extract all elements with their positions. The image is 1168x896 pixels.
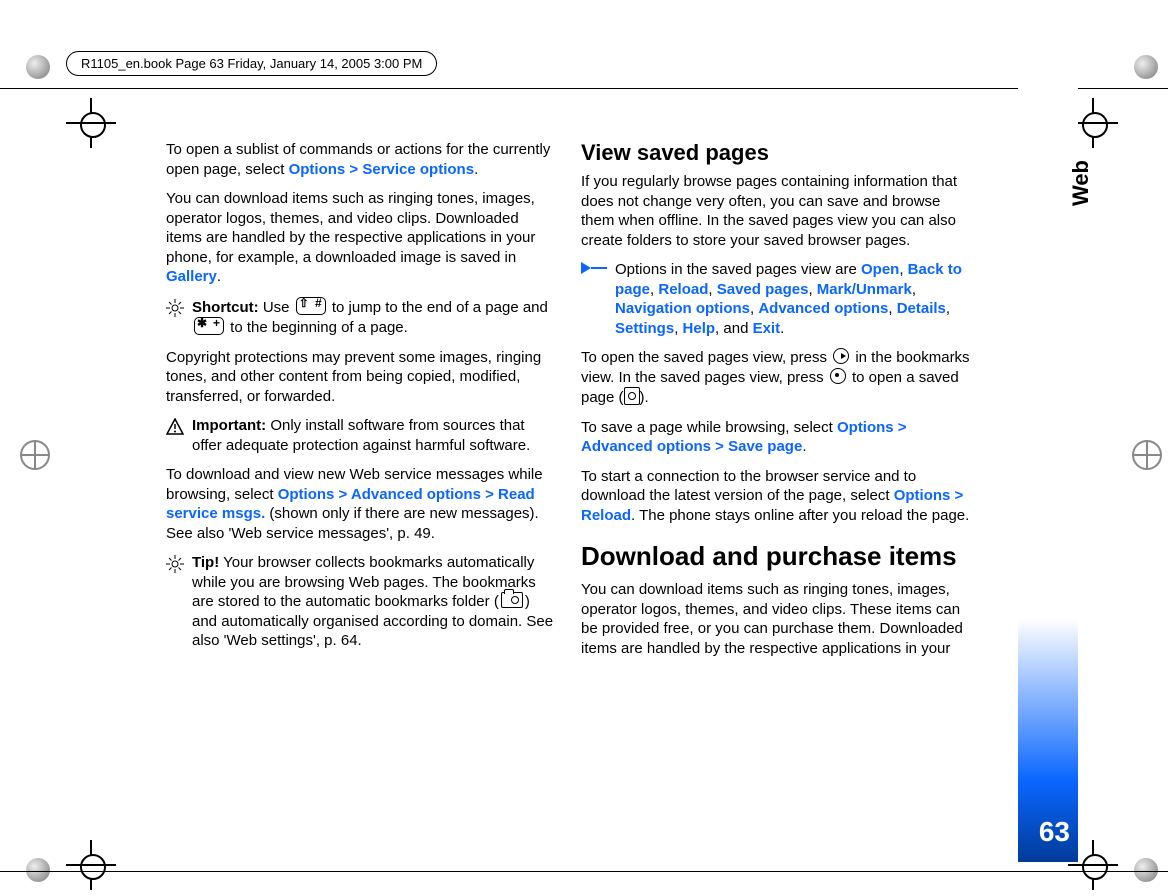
important-text: Important: Only install software from so…: [192, 416, 555, 455]
important-note: Important: Only install software from so…: [166, 416, 555, 455]
registration-circle: [20, 440, 50, 470]
left-column: To open a sublist of commands or actions…: [166, 140, 555, 668]
option-link: Reload: [658, 281, 708, 298]
registration-circle: [1132, 440, 1162, 470]
section-label: Web: [1068, 160, 1094, 206]
paragraph: To start a connection to the browser ser…: [581, 467, 970, 526]
options-icon: [581, 262, 607, 280]
registration-mark: [26, 858, 50, 882]
option-link: Saved pages: [717, 281, 809, 298]
registration-mark: [1134, 858, 1158, 882]
option-link: Settings: [615, 320, 674, 337]
tip-note: Tip! Your browser collects bookmarks aut…: [166, 553, 555, 651]
shortcut-text: Shortcut: Use to jump to the end of a pa…: [192, 297, 555, 338]
registration-mark: [1134, 55, 1158, 79]
option-link: Advanced options: [758, 300, 888, 317]
options-text: Options in the saved pages view are Open…: [615, 260, 970, 338]
options-note: Options in the saved pages view are Open…: [581, 260, 970, 338]
page-number: 63: [1039, 816, 1070, 848]
paragraph: If you regularly browse pages containing…: [581, 172, 970, 250]
crop-mark: [66, 98, 116, 148]
option-link: Details: [897, 300, 946, 317]
menu-path-link: Options > Service options: [289, 161, 474, 178]
shortcut-icon: [166, 299, 184, 317]
header-rule: [0, 88, 1168, 89]
heading-view-saved-pages: View saved pages: [581, 140, 970, 166]
crop-mark: [66, 840, 116, 890]
page-content: To open a sublist of commands or actions…: [166, 140, 970, 668]
option-link: Mark/Unmark: [817, 281, 912, 298]
option-link: Exit: [753, 320, 781, 337]
right-column: View saved pages If you regularly browse…: [581, 140, 970, 668]
paragraph: You can download items such as ringing t…: [581, 580, 970, 658]
document-page: R1105_en.book Page 63 Friday, January 14…: [0, 0, 1168, 896]
running-head-text: R1105_en.book Page 63 Friday, January 14…: [81, 56, 422, 71]
option-link: Open: [861, 261, 899, 278]
running-head: R1105_en.book Page 63 Friday, January 14…: [66, 51, 437, 76]
tip-icon: [166, 555, 184, 573]
paragraph: Copyright protections may prevent some i…: [166, 348, 555, 407]
paragraph: To save a page while browsing, select Op…: [581, 418, 970, 457]
bookmarks-folder-icon: [501, 592, 523, 608]
saved-page-icon: [624, 387, 640, 405]
shortcut-note: Shortcut: Use to jump to the end of a pa…: [166, 297, 555, 338]
paragraph: To open a sublist of commands or actions…: [166, 140, 555, 179]
warning-icon: [166, 418, 184, 436]
paragraph: You can download items such as ringing t…: [166, 189, 555, 287]
joystick-right-icon: [833, 348, 849, 364]
hash-key-icon: [296, 297, 326, 315]
footer-rule: [0, 871, 1168, 872]
joystick-press-icon: [830, 368, 846, 384]
option-link: Help: [683, 320, 716, 337]
star-key-icon: [194, 317, 224, 335]
paragraph: To open the saved pages view, press in t…: [581, 348, 970, 408]
paragraph: To download and view new Web service mes…: [166, 465, 555, 543]
option-link: Navigation options: [615, 300, 750, 317]
tip-text: Tip! Your browser collects bookmarks aut…: [192, 553, 555, 651]
app-link: Gallery: [166, 268, 217, 285]
heading-download-purchase: Download and purchase items: [581, 541, 970, 572]
registration-mark: [26, 55, 50, 79]
